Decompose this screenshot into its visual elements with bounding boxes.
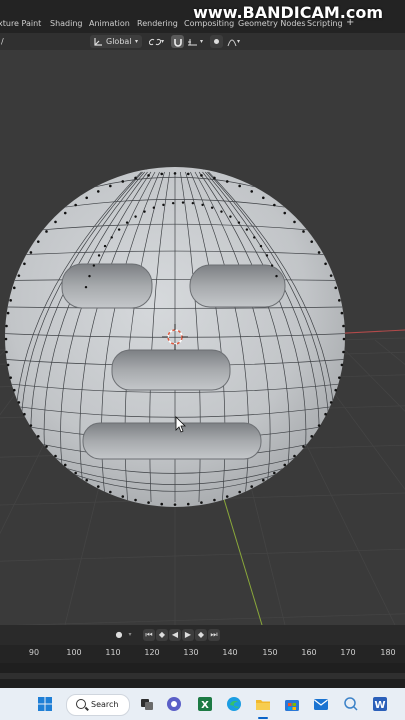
tab-texture-paint[interactable]: xture Paint (0, 19, 41, 28)
orientation-label: Global (106, 37, 132, 46)
tab-rendering[interactable]: Rendering (137, 19, 178, 28)
timeline-editor: ● ▾ ⏮ ◆ ◀ ▶ ◆ ⏭ 90 100 110 120 130 140 1… (0, 625, 405, 688)
link-icon (149, 38, 161, 46)
excel-icon[interactable]: X (197, 696, 213, 712)
chevron-down-icon: ▾ (237, 38, 241, 45)
play-reverse-icon[interactable]: ◀ (169, 629, 181, 641)
task-view-icon[interactable] (139, 696, 155, 712)
active-app-indicator (258, 717, 268, 719)
frame-tick: 140 (222, 648, 238, 657)
chat-app-icon[interactable] (166, 696, 182, 712)
chevron-down-icon[interactable]: ▾ (124, 629, 136, 641)
next-keyframe-icon[interactable]: ◆ (195, 629, 207, 641)
timeline-scroll-strip[interactable] (0, 673, 405, 679)
search-label: Search (91, 700, 119, 709)
tab-animation[interactable]: Animation (89, 19, 130, 28)
chevron-down-icon: ▾ (161, 38, 165, 45)
windows-taskbar: X W (0, 688, 405, 720)
prev-keyframe-icon[interactable]: ◆ (156, 629, 168, 641)
orientation-icon (94, 38, 102, 46)
proportional-falloff-dropdown[interactable]: ▾ (226, 35, 244, 48)
play-icon[interactable]: ▶ (182, 629, 194, 641)
magnet-icon (173, 38, 182, 47)
network-app-icon[interactable] (343, 696, 359, 712)
pivot-point-dropdown[interactable]: ▾ (148, 35, 168, 48)
store-icon[interactable] (284, 696, 300, 712)
frame-tick: 120 (144, 648, 160, 657)
viewport-header: / Global ▾ ▾ ▾ ▾ (0, 33, 405, 50)
windows-start-icon[interactable] (37, 696, 53, 712)
viewport-canvas[interactable] (0, 50, 405, 625)
edge-browser-icon[interactable] (226, 696, 242, 712)
nose-cavity (111, 349, 231, 391)
jump-start-icon[interactable]: ⏮ (143, 629, 155, 641)
jump-end-icon[interactable]: ⏭ (208, 629, 220, 641)
chevron-down-icon: ▾ (200, 38, 204, 45)
frame-tick: 130 (183, 648, 199, 657)
frame-tick: 160 (301, 648, 317, 657)
svg-text:W: W (374, 700, 385, 711)
frame-tick: 100 (66, 648, 82, 657)
snap-grid-icon (188, 39, 197, 46)
mouth-cavity (82, 422, 262, 460)
header-edge-mark: / (1, 37, 4, 46)
word-icon[interactable]: W (372, 696, 388, 712)
tab-shading[interactable]: Shading (50, 19, 83, 28)
frame-tick: 110 (105, 648, 121, 657)
timeline-track-area[interactable] (0, 663, 405, 688)
mail-icon[interactable] (313, 696, 329, 712)
3d-viewport[interactable] (0, 50, 405, 625)
right-eye-cavity (189, 264, 286, 308)
proportional-editing-toggle[interactable] (210, 35, 223, 48)
frame-ruler[interactable]: 90 100 110 120 130 140 150 160 170 180 (0, 645, 405, 663)
frame-tick: 180 (380, 648, 396, 657)
snap-target-dropdown[interactable]: ▾ (186, 35, 208, 48)
workspace-tab-bar: xture Paint Shading Animation Rendering … (0, 0, 405, 33)
frame-tick: 150 (262, 648, 278, 657)
recording-watermark: www.BANDICAM.com (193, 3, 383, 22)
falloff-curve-icon (227, 39, 237, 47)
playback-controls: ● ▾ ⏮ ◆ ◀ ▶ ◆ ⏭ (0, 625, 405, 645)
frame-tick: 170 (340, 648, 356, 657)
taskbar-search-box[interactable]: Search (66, 694, 130, 716)
transform-orientation-dropdown[interactable]: Global ▾ (90, 35, 142, 48)
left-eye-cavity (61, 263, 153, 309)
snap-toggle-button[interactable] (171, 35, 184, 48)
file-explorer-icon[interactable] (255, 696, 271, 712)
svg-text:X: X (201, 700, 209, 711)
search-icon (76, 699, 86, 709)
frame-tick: 90 (28, 648, 40, 657)
dot-icon (214, 39, 219, 44)
chevron-down-icon: ▾ (135, 38, 139, 45)
